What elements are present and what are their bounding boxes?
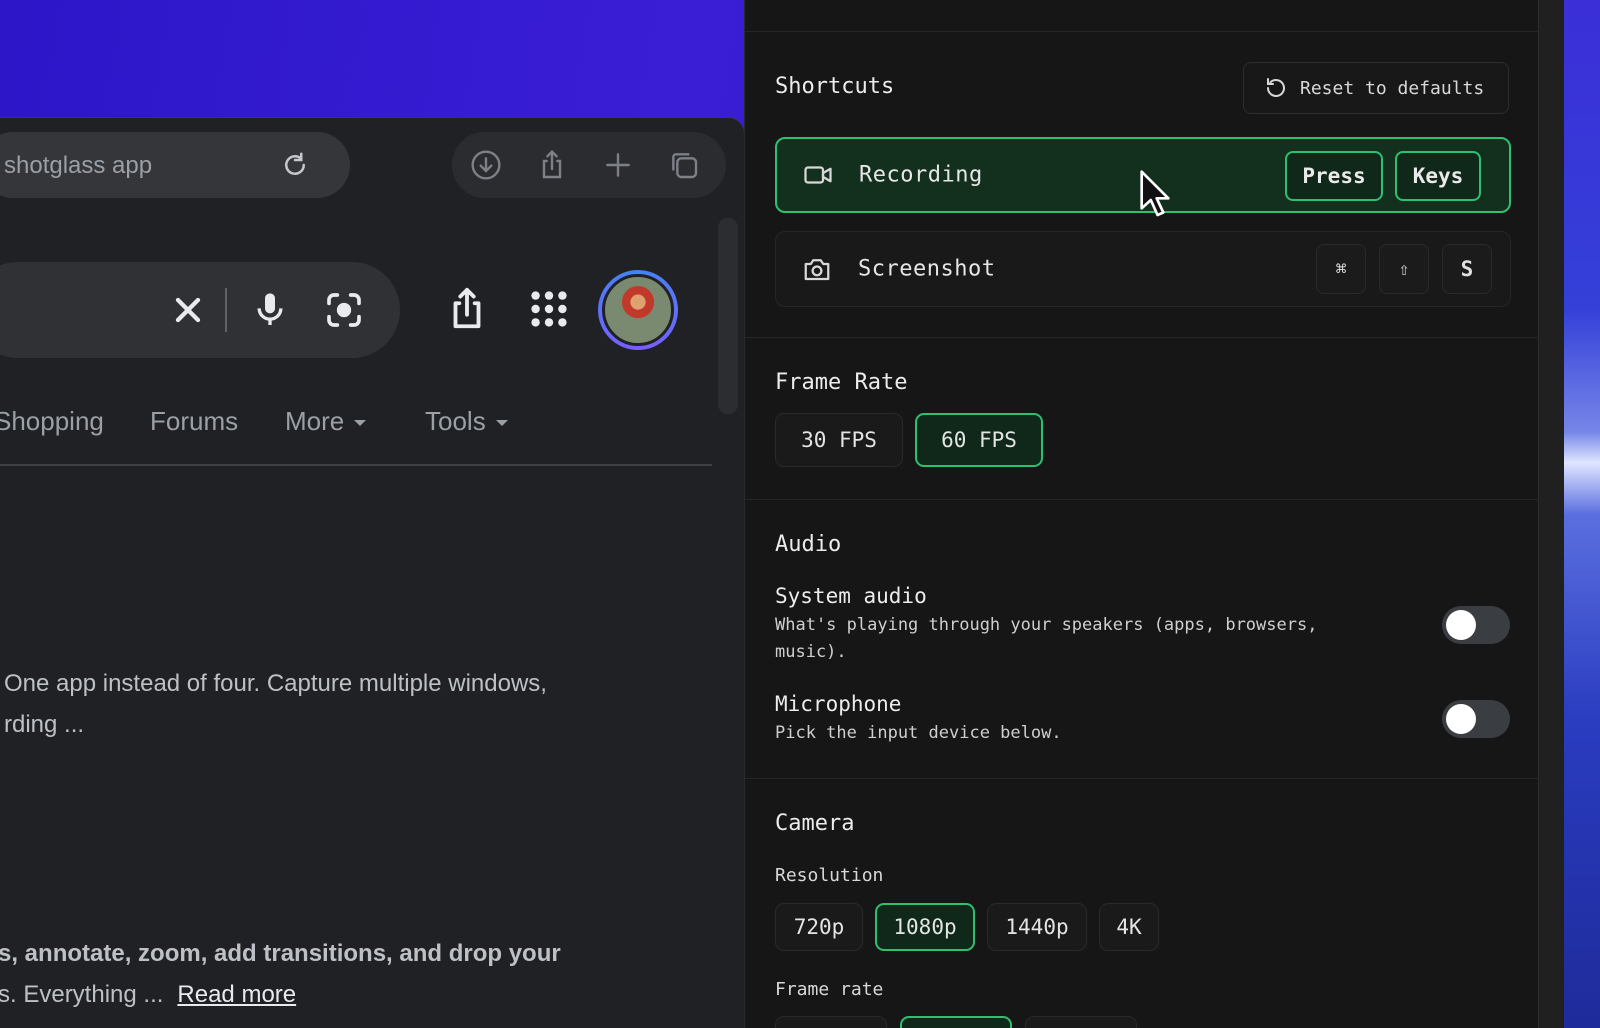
system-audio-toggle[interactable] xyxy=(1442,606,1510,644)
apps-grid-icon[interactable] xyxy=(526,286,572,332)
chevron-down-icon xyxy=(495,420,508,427)
clear-search-icon[interactable] xyxy=(168,290,208,330)
tab-forums-label: Forums xyxy=(150,406,239,436)
divider xyxy=(745,337,1539,338)
search-divider xyxy=(225,288,227,332)
recording-label: Recording xyxy=(859,162,983,188)
resolution-4k-option[interactable]: 4K xyxy=(1099,903,1159,951)
camera-fps-option-selected[interactable] xyxy=(900,1016,1012,1028)
download-icon[interactable] xyxy=(470,149,502,181)
microphone-toggle[interactable] xyxy=(1442,700,1510,738)
settings-panel: Shortcuts Reset to defaults Recording Pr… xyxy=(744,0,1564,1028)
microphone-desc: Pick the input device below. xyxy=(775,723,1062,743)
audio-title: Audio xyxy=(775,532,842,557)
divider xyxy=(745,31,1539,32)
screenshot-key-command[interactable]: ⌘ xyxy=(1316,244,1366,294)
address-bar[interactable]: shotglass app xyxy=(0,132,350,198)
tab-tools-label: Tools xyxy=(425,406,486,436)
snippet-text: s. Everything ... xyxy=(0,981,164,1008)
toggle-knob xyxy=(1446,704,1476,734)
google-search-box[interactable] xyxy=(0,262,400,358)
share-page-icon[interactable] xyxy=(444,286,490,332)
camera-icon xyxy=(804,259,830,281)
search-tabs: Shopping Forums More Tools xyxy=(0,398,712,466)
tab-more[interactable]: More xyxy=(285,406,367,437)
address-text: shotglass app xyxy=(4,152,153,179)
divider xyxy=(745,778,1539,779)
resolution-1440p-option[interactable]: 1440p xyxy=(987,903,1087,951)
system-audio-desc: What's playing through your speakers (ap… xyxy=(775,615,1318,662)
avatar-photo xyxy=(602,274,674,346)
toggle-knob xyxy=(1446,610,1476,640)
tab-overview-icon[interactable] xyxy=(668,149,700,181)
reset-icon xyxy=(1267,78,1285,97)
new-tab-icon[interactable] xyxy=(602,149,634,181)
tab-tools[interactable]: Tools xyxy=(425,406,508,437)
fps-60-option[interactable]: 60 FPS xyxy=(915,413,1043,467)
mouse-cursor-icon xyxy=(1140,170,1170,217)
screenshot-key-shift[interactable]: ⇧ xyxy=(1379,244,1429,294)
snippet-line: One app instead of four. Capture multipl… xyxy=(4,670,547,697)
browser-window: shotglass app Shopping Forums More Tools… xyxy=(0,117,744,1028)
result-snippet-1: One app instead of four. Capture multipl… xyxy=(4,663,624,745)
camera-title: Camera xyxy=(775,811,855,836)
reset-defaults-button[interactable]: Reset to defaults xyxy=(1243,62,1509,114)
camera-fps-option[interactable] xyxy=(775,1016,887,1028)
share-icon[interactable] xyxy=(536,149,568,181)
scrollbar-thumb[interactable] xyxy=(718,218,738,414)
desktop-wallpaper xyxy=(1560,0,1600,1028)
snippet-bold-text: s, annotate, zoom, add transitions, and … xyxy=(0,940,561,967)
tab-shopping-label: Shopping xyxy=(0,406,104,436)
camera-fps-option[interactable] xyxy=(1025,1016,1137,1028)
tab-forums[interactable]: Forums xyxy=(150,406,238,437)
browser-toolbar xyxy=(452,132,726,198)
frame-rate-title: Frame Rate xyxy=(775,370,908,395)
reset-defaults-label: Reset to defaults xyxy=(1300,77,1485,99)
shortcuts-title: Shortcuts xyxy=(775,74,895,99)
camera-frame-rate-label: Frame rate xyxy=(775,979,884,1000)
shortcut-screenshot[interactable]: Screenshot ⌘ ⇧ S xyxy=(775,231,1511,307)
account-avatar[interactable] xyxy=(598,270,678,350)
snippet-line: s. Everything ... Read more xyxy=(0,974,618,1015)
tab-shopping[interactable]: Shopping xyxy=(0,406,104,437)
panel-scroll-rail xyxy=(1538,0,1564,1028)
screenshot-label: Screenshot xyxy=(858,256,996,282)
chevron-down-icon xyxy=(354,420,367,427)
resolution-label: Resolution xyxy=(775,865,884,886)
snippet-line: s, annotate, zoom, add transitions, and … xyxy=(0,933,618,974)
result-snippet-2: s, annotate, zoom, add transitions, and … xyxy=(0,933,618,1015)
snippet-line: rding ... xyxy=(4,711,85,738)
resolution-720p-option[interactable]: 720p xyxy=(775,903,863,951)
recording-key-keys[interactable]: Keys xyxy=(1395,151,1481,201)
lens-camera-icon[interactable] xyxy=(324,290,364,330)
reload-icon[interactable] xyxy=(280,150,310,180)
read-more-link[interactable]: Read more xyxy=(177,981,296,1008)
screenshot-key-s[interactable]: S xyxy=(1442,244,1492,294)
video-camera-icon xyxy=(804,166,832,184)
microphone-icon[interactable] xyxy=(250,290,290,330)
recording-key-press[interactable]: Press xyxy=(1285,151,1383,201)
resolution-1080p-option[interactable]: 1080p xyxy=(875,903,975,951)
divider xyxy=(745,499,1539,500)
system-audio-title: System audio xyxy=(775,584,927,608)
fps-30-option[interactable]: 30 FPS xyxy=(775,413,903,467)
microphone-title: Microphone xyxy=(775,692,902,716)
tab-more-label: More xyxy=(285,406,345,436)
